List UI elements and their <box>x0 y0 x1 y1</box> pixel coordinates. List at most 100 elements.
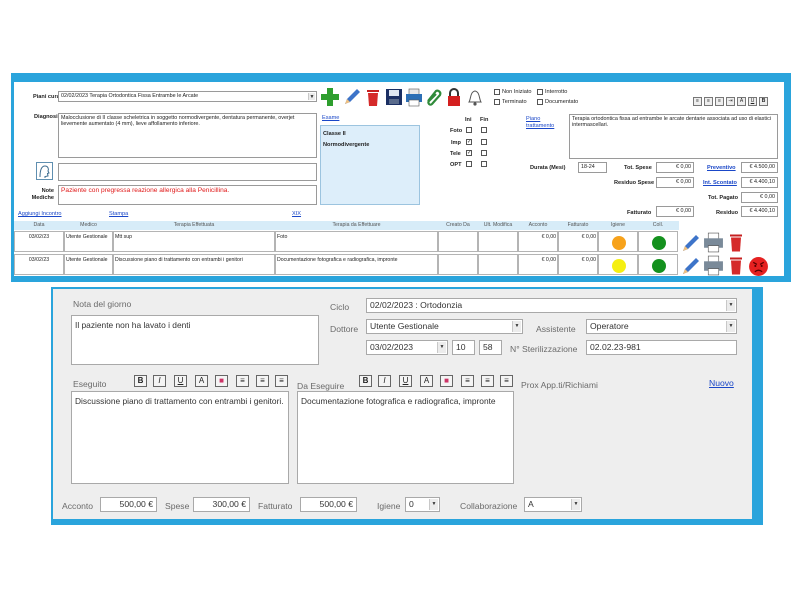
angry-face-icon[interactable] <box>748 256 769 277</box>
indent-button[interactable]: ⇥ <box>726 97 735 106</box>
esame-link[interactable]: Esame <box>322 115 339 121</box>
edit-pencil-icon[interactable] <box>342 87 362 107</box>
fatturato-bottom-field[interactable]: 500,00 € <box>300 497 357 512</box>
row1-creato[interactable] <box>438 231 478 252</box>
da-eseguire-align-center-button[interactable]: ≡ <box>481 375 494 387</box>
underline-button[interactable]: U <box>748 97 757 106</box>
row2-edit-icon[interactable] <box>680 256 702 276</box>
align-center-button[interactable]: ≡ <box>704 97 713 106</box>
status-non-iniziato-checkbox[interactable] <box>494 89 500 95</box>
exam-foto-fin-checkbox[interactable] <box>481 127 487 133</box>
status-documentato-checkbox[interactable] <box>537 99 543 105</box>
stampa-link[interactable]: Stampa <box>109 211 128 217</box>
diagnosi-textarea[interactable]: Malocclusione di II classe scheletrica i… <box>58 113 317 158</box>
spese-field[interactable]: 300,00 € <box>193 497 250 512</box>
sterilizzazione-field[interactable]: 02.02.23-981 <box>586 340 737 355</box>
row2-effettuata[interactable]: Discussione piano di trattamento con ent… <box>113 254 275 275</box>
row2-delete-icon[interactable] <box>727 255 745 276</box>
row1-acconto[interactable]: € 0,00 <box>518 231 558 252</box>
col-terapia-da-effettuare[interactable]: Terapia da Effettuare <box>275 221 438 230</box>
row2-modifica[interactable] <box>478 254 518 275</box>
print-icon[interactable] <box>404 87 424 107</box>
status-terminato-checkbox[interactable] <box>494 99 500 105</box>
save-icon[interactable] <box>384 87 404 107</box>
col-fatturato[interactable]: Fatturato <box>558 221 598 230</box>
status-interrotto-checkbox[interactable] <box>537 89 543 95</box>
eseguito-bold-button[interactable]: B <box>134 375 147 387</box>
piano-cura-select[interactable]: 02/02/2023 Terapia Ortodontica Fissa Ent… <box>58 91 317 102</box>
row1-delete-icon[interactable] <box>727 232 745 253</box>
int-scontato-link[interactable]: Int. Scontato <box>703 180 737 186</box>
da-eseguire-align-right-button[interactable]: ≡ <box>500 375 513 387</box>
da-eseguire-bold-button[interactable]: B <box>359 375 372 387</box>
eseguito-align-center-button[interactable]: ≡ <box>256 375 269 387</box>
row1-effettuata[interactable]: Mtt sup <box>113 231 275 252</box>
align-right-button[interactable]: ≡ <box>715 97 724 106</box>
aggiungi-incontro-link[interactable]: Aggiungi Incontro <box>18 211 62 217</box>
col-igiene[interactable]: Igiene <box>598 221 638 230</box>
row2-creato[interactable] <box>438 254 478 275</box>
patient-profile-icon[interactable] <box>36 162 53 180</box>
row1-modifica[interactable] <box>478 231 518 252</box>
exam-imp-ini-checkbox[interactable]: ✓ <box>466 139 472 145</box>
row2-da-effettuare[interactable]: Documentazione fotografica e radiografic… <box>275 254 438 275</box>
align-left-button[interactable]: ≡ <box>693 97 702 106</box>
ciclo-select[interactable]: 02/02/2023 : Ortodonzia ▼ <box>366 298 737 313</box>
lock-icon[interactable] <box>444 87 464 107</box>
patient-info-field[interactable] <box>58 163 317 181</box>
exam-opt-fin-checkbox[interactable] <box>481 161 487 167</box>
collaborazione-select[interactable]: A ▼ <box>524 497 582 512</box>
piano-trattamento-link[interactable]: Piano trattamento <box>526 116 566 130</box>
exam-tele-fin-checkbox[interactable] <box>481 150 487 156</box>
col-data[interactable]: Data <box>14 221 64 230</box>
alarm-bell-icon[interactable] <box>465 87 485 107</box>
data-picker[interactable]: 03/02/2023 ▼ <box>366 340 448 355</box>
col-creato-da[interactable]: Creato Da <box>438 221 478 230</box>
exam-tele-ini-checkbox[interactable]: ✓ <box>466 150 472 156</box>
da-eseguire-font-button[interactable]: A <box>420 375 433 387</box>
eseguito-color-button[interactable]: ■ <box>215 375 228 387</box>
eseguito-align-right-button[interactable]: ≡ <box>275 375 288 387</box>
add-icon[interactable] <box>320 87 340 107</box>
col-ult-modifica[interactable]: Ult. Modifica <box>478 221 518 230</box>
col-acconto[interactable]: Acconto <box>518 221 558 230</box>
row1-print-icon[interactable] <box>702 232 725 253</box>
eseguito-font-button[interactable]: A <box>195 375 208 387</box>
row2-print-icon[interactable] <box>702 255 725 276</box>
font-color-button[interactable]: A <box>737 97 746 106</box>
row1-da-effettuare[interactable]: Foto <box>275 231 438 252</box>
nota-textarea[interactable]: Il paziente non ha lavato i denti <box>71 315 319 365</box>
xix-link[interactable]: XIX <box>292 211 301 217</box>
col-coll[interactable]: Coll. <box>638 221 678 230</box>
eseguito-underline-button[interactable]: U <box>174 375 187 387</box>
preventivo-link[interactable]: Preventivo <box>707 165 736 171</box>
piano-trattamento-textarea[interactable]: Terapia ortodontica fissa ad entrambe le… <box>569 114 778 159</box>
exam-imp-fin-checkbox[interactable] <box>481 139 487 145</box>
da-eseguire-textarea[interactable]: Documentazione fotografica e radiografic… <box>297 391 514 484</box>
row2-fatturato[interactable]: € 0,00 <box>558 254 598 275</box>
minuti-field[interactable]: 58 <box>479 340 502 355</box>
row1-data[interactable]: 03/02/23 <box>14 231 64 252</box>
row1-medico[interactable]: Utente Gestionale <box>64 231 113 252</box>
da-eseguire-italic-button[interactable]: I <box>378 375 391 387</box>
delete-trash-icon[interactable] <box>363 87 383 107</box>
col-terapia-effettuata[interactable]: Terapia Effettuata <box>113 221 275 230</box>
ora-field[interactable]: 10 <box>452 340 475 355</box>
da-eseguire-underline-button[interactable]: U <box>399 375 412 387</box>
row2-data[interactable]: 03/02/23 <box>14 254 64 275</box>
eseguito-textarea[interactable]: Discussione piano di trattamento con ent… <box>71 391 289 484</box>
row1-fatturato[interactable]: € 0,00 <box>558 231 598 252</box>
exam-foto-ini-checkbox[interactable] <box>466 127 472 133</box>
col-medico[interactable]: Medico <box>64 221 113 230</box>
dottore-select[interactable]: Utente Gestionale ▼ <box>366 319 523 334</box>
row2-medico[interactable]: Utente Gestionale <box>64 254 113 275</box>
row2-acconto[interactable]: € 0,00 <box>518 254 558 275</box>
igiene-select[interactable]: 0 ▼ <box>405 497 440 512</box>
note-mediche-textarea[interactable]: Paziente con pregressa reazione allergic… <box>58 185 317 205</box>
row1-edit-icon[interactable] <box>680 233 702 253</box>
exam-opt-ini-checkbox[interactable] <box>466 161 472 167</box>
assistente-select[interactable]: Operatore ▼ <box>586 319 737 334</box>
eseguito-align-left-button[interactable]: ≡ <box>236 375 249 387</box>
nuovo-link[interactable]: Nuovo <box>709 378 734 388</box>
da-eseguire-color-button[interactable]: ■ <box>440 375 453 387</box>
